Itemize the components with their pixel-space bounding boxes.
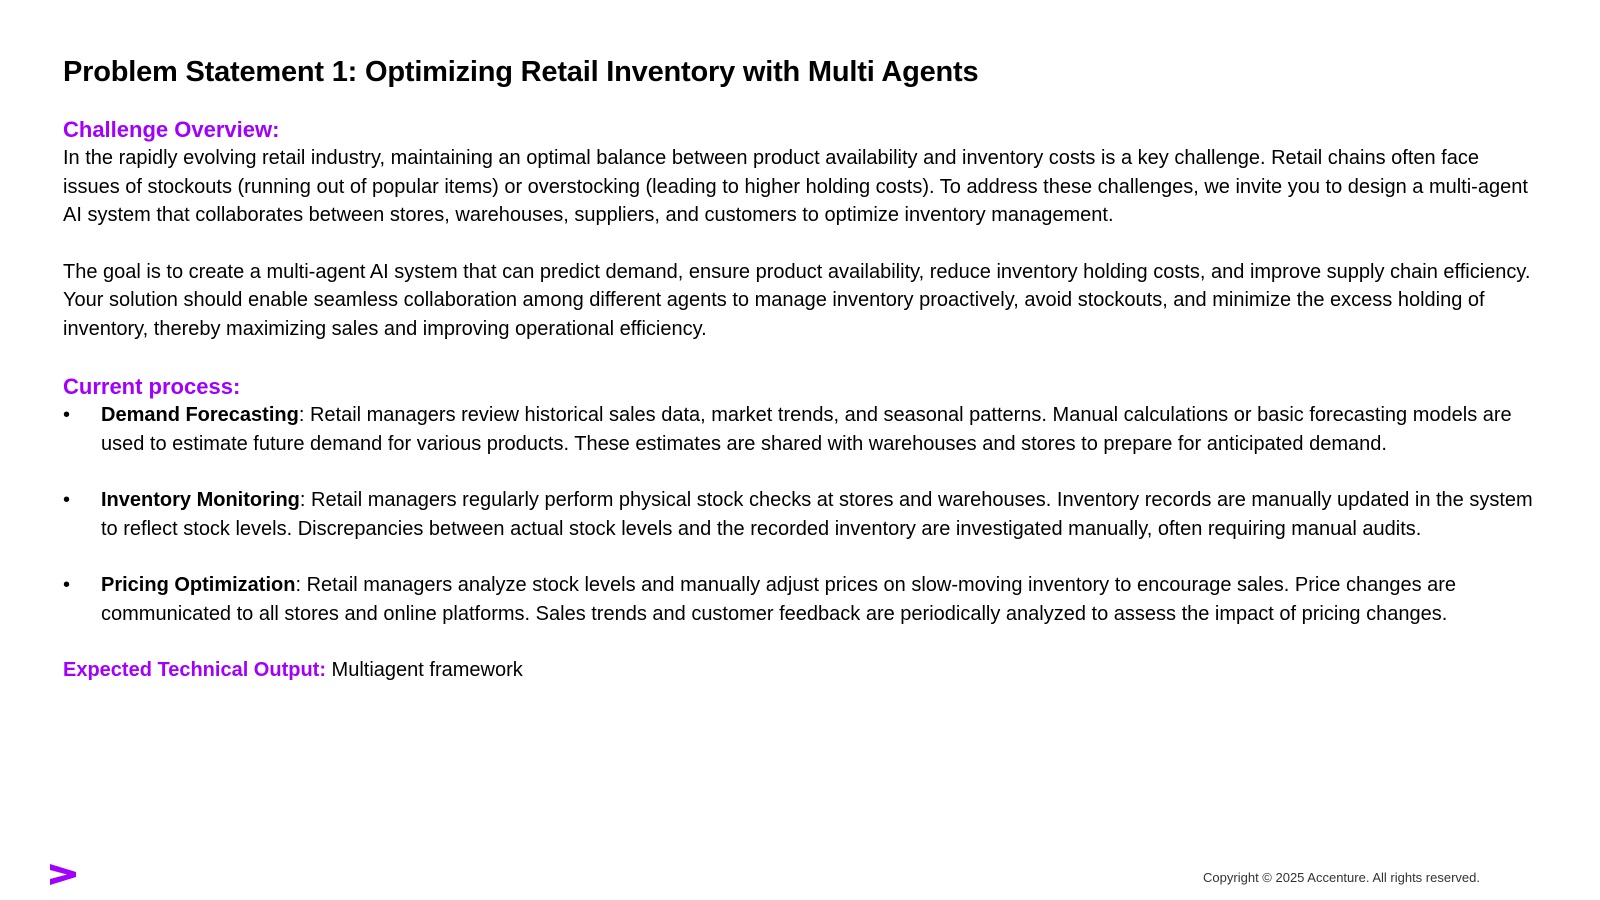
copyright-text: Copyright © 2025 Accenture. All rights r…	[1203, 870, 1480, 885]
expected-output-value: Multiagent framework	[326, 659, 523, 681]
list-item-text: : Retail managers analyze stock levels a…	[101, 574, 1457, 625]
list-item-text: : Retail managers review historical sale…	[101, 404, 1512, 455]
bullet-icon: •	[63, 404, 71, 426]
current-process-heading: Current process:	[63, 374, 241, 399]
list-item-term: Inventory Monitoring	[101, 489, 300, 511]
list-item: • Inventory Monitoring: Retail managers …	[63, 486, 1533, 543]
bullet-icon: •	[63, 574, 71, 596]
challenge-paragraph-1: In the rapidly evolving retail industry,…	[63, 147, 1528, 226]
accenture-chevron-icon	[50, 864, 76, 885]
expected-output-label: Expected Technical Output:	[63, 659, 326, 681]
page-title: Problem Statement 1: Optimizing Retail I…	[63, 56, 979, 88]
list-item: • Demand Forecasting: Retail managers re…	[63, 401, 1533, 458]
slide-content: Problem Statement 1: Optimizing Retail I…	[63, 52, 1533, 684]
challenge-heading: Challenge Overview:	[63, 117, 280, 142]
bullet-icon: •	[63, 489, 71, 511]
list-item-text: : Retail managers regularly perform phys…	[101, 489, 1533, 540]
list-item: • Pricing Optimization: Retail managers …	[63, 571, 1533, 628]
list-item-term: Pricing Optimization	[101, 574, 296, 596]
list-item-term: Demand Forecasting	[101, 404, 299, 426]
challenge-paragraph-2: The goal is to create a multi-agent AI s…	[63, 260, 1531, 340]
current-process-list: • Demand Forecasting: Retail managers re…	[63, 401, 1533, 628]
expected-output: Expected Technical Output: Multiagent fr…	[63, 656, 1533, 684]
